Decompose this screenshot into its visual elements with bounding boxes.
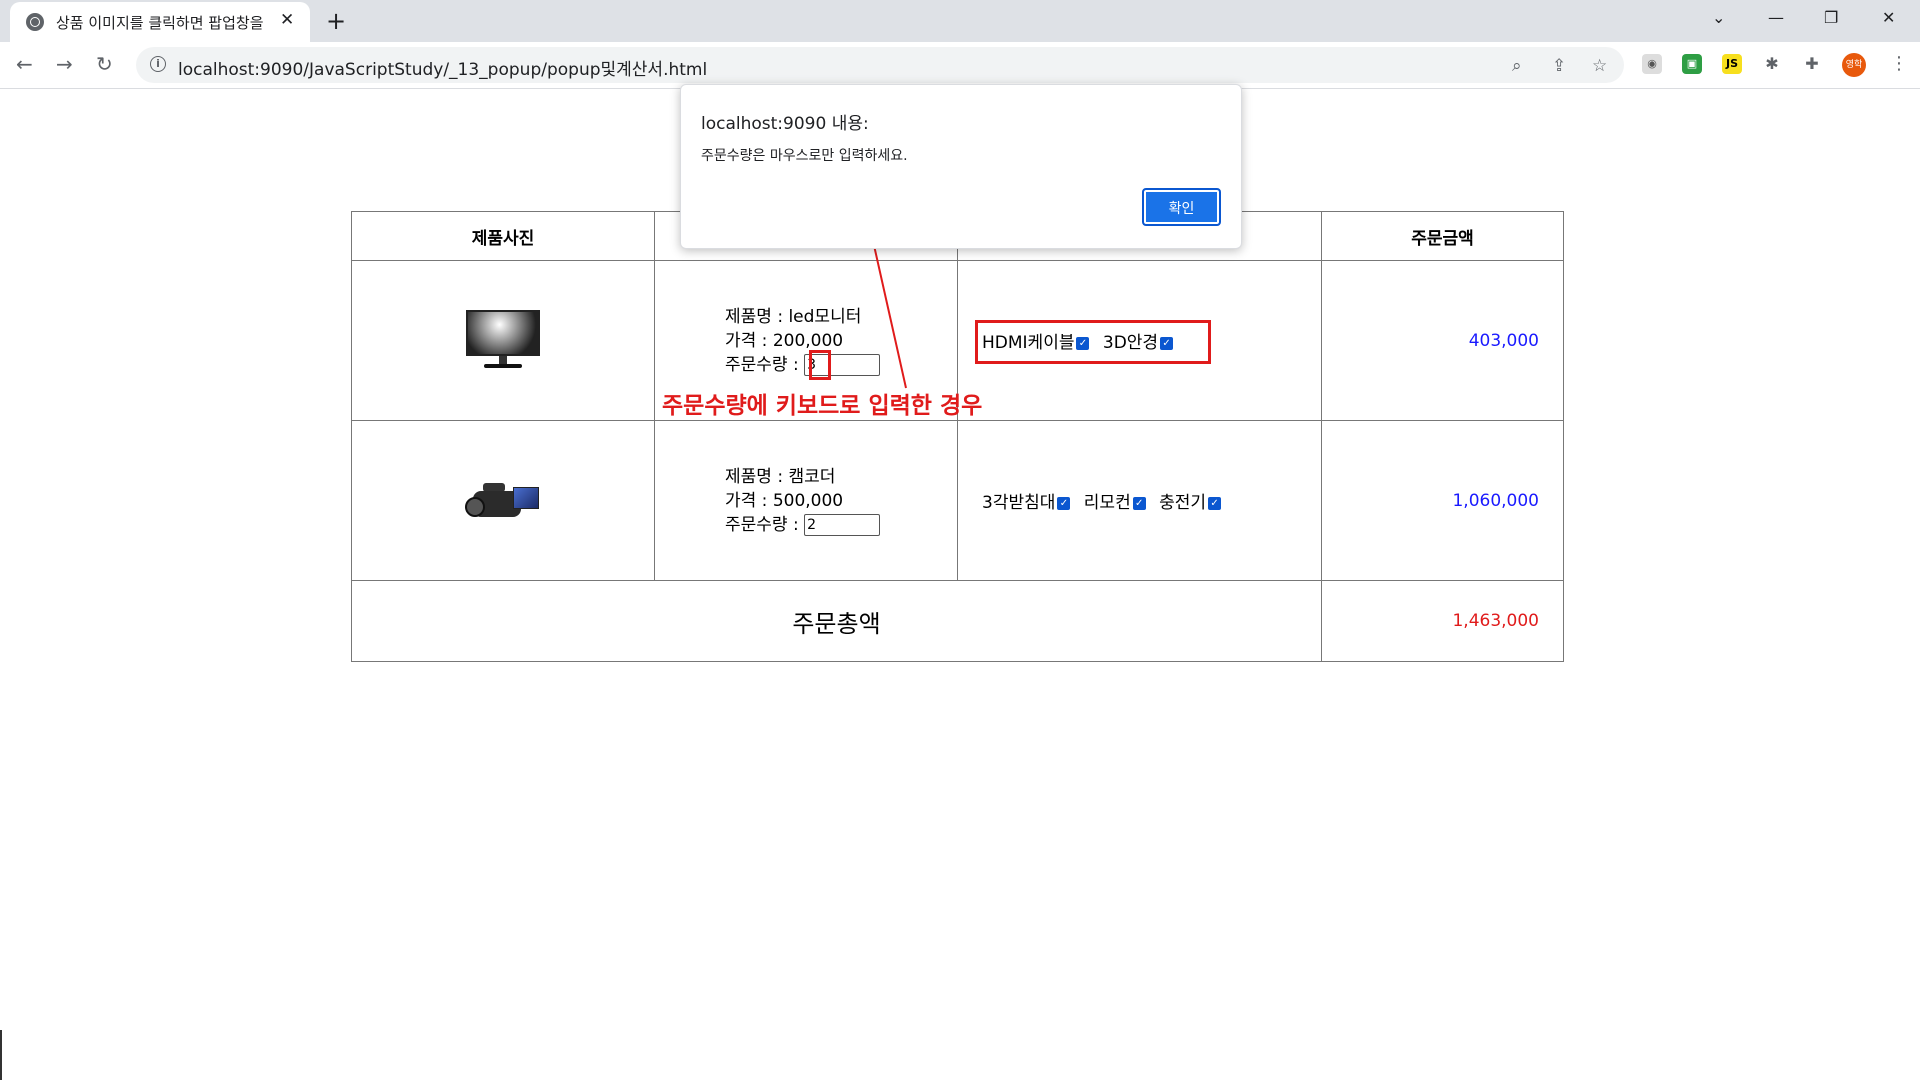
window-edge bbox=[0, 1030, 2, 1080]
dialog-message: 주문수량은 마우스로만 입력하세요. bbox=[701, 148, 908, 164]
alert-dialog: localhost:9090 내용: 주문수량은 마우스로만 입력하세요. 확인 bbox=[680, 84, 1242, 249]
ok-button[interactable]: 확인 bbox=[1142, 188, 1221, 226]
dialog-title: localhost:9090 내용: bbox=[701, 114, 869, 134]
annotation-note: 주문수량에 키보드로 입력한 경우 bbox=[662, 393, 983, 419]
